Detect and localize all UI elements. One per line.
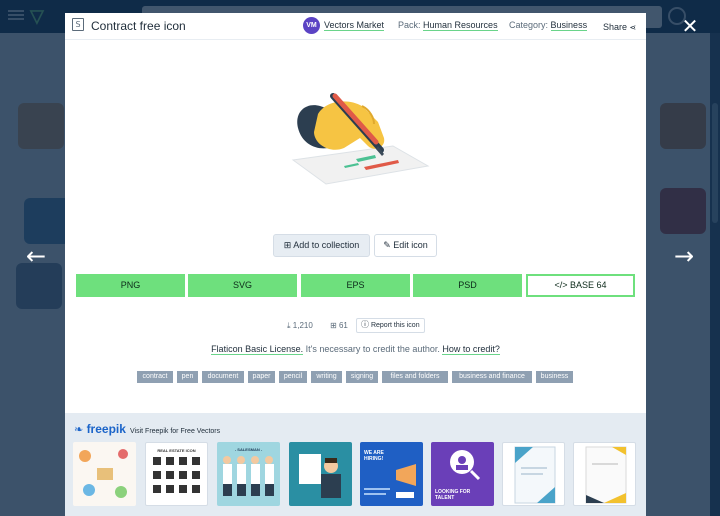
download-svg-button[interactable]: SVG xyxy=(188,274,297,297)
freepik-thumb[interactable]: WE ARE HIRING! xyxy=(360,442,423,506)
collection-count-icon: ⊞ xyxy=(330,321,337,330)
category-info: Category: Business xyxy=(509,20,588,31)
share-icon: ⋖ xyxy=(629,23,637,32)
tag[interactable]: files and folders xyxy=(382,371,448,383)
collections-value: 61 xyxy=(338,321,348,330)
download-formats: PNG SVG EPS PSD </> BASE 64 xyxy=(76,274,635,297)
freepik-visit-link[interactable]: Visit Freepik for Free Vectors xyxy=(130,428,220,435)
modal-header: S Contract free icon VM Vectors Market P… xyxy=(65,13,646,40)
add-to-collection-button[interactable]: ⊞ Add to collection xyxy=(273,234,370,257)
report-icon-button[interactable]: ⓘ Report this icon xyxy=(356,318,425,333)
collections-count: ⊞ 61 xyxy=(330,321,348,330)
license-name[interactable]: Flaticon Basic License. xyxy=(211,344,304,355)
page-title: Contract free icon xyxy=(91,19,186,33)
icon-detail-modal: S Contract free icon VM Vectors Market P… xyxy=(65,13,646,516)
tag[interactable]: business and finance xyxy=(452,371,532,383)
thumb-illustration xyxy=(514,446,556,504)
info-icon: ⓘ xyxy=(361,320,369,329)
thumb-illustration xyxy=(223,456,274,496)
how-to-credit-link[interactable]: How to credit? xyxy=(442,344,500,355)
downloads-value: 1,210 xyxy=(292,321,313,330)
download-eps-button[interactable]: EPS xyxy=(301,274,410,297)
pack-link[interactable]: Human Resources xyxy=(423,20,498,31)
thumb-illustration xyxy=(153,457,200,493)
report-label: Report this icon xyxy=(370,322,420,329)
file-type-icon: S xyxy=(72,18,84,31)
tag[interactable]: document xyxy=(202,371,244,383)
pack-label: Pack: xyxy=(398,20,421,30)
freepik-thumb[interactable]: - SALESMAN - xyxy=(217,442,280,506)
thumb-illustration xyxy=(79,449,128,498)
arrow-left-icon[interactable]: ← xyxy=(23,244,49,268)
freepik-thumb[interactable]: LOOKING FOR TALENT xyxy=(431,442,494,506)
thumb-illustration xyxy=(364,464,416,498)
thumb-illustration xyxy=(299,454,341,498)
contract-illustration xyxy=(291,93,430,185)
thumb-caption: WE ARE HIRING! xyxy=(364,450,384,462)
edit-icon-button[interactable]: ✎ Edit icon xyxy=(374,234,437,257)
pack-info: Pack: Human Resources xyxy=(398,20,498,31)
collection-icon: ⊞ xyxy=(283,241,292,251)
tag[interactable]: business xyxy=(536,371,573,383)
share-button[interactable]: Share ⋖ xyxy=(603,22,636,32)
thumb-illustration xyxy=(450,450,481,481)
pencil-icon: ✎ xyxy=(383,241,391,251)
tag[interactable]: pencil xyxy=(279,371,307,383)
freepik-logo-icon: ❧ xyxy=(74,423,84,436)
add-to-collection-label: Add to collection xyxy=(293,240,360,250)
author-link[interactable]: Vectors Market xyxy=(324,20,385,31)
tag[interactable]: paper xyxy=(248,371,275,383)
tag[interactable]: contract xyxy=(137,371,173,383)
download-icon: ⤓ xyxy=(287,321,291,330)
edit-icon-label: Edit icon xyxy=(393,240,428,250)
download-png-button[interactable]: PNG xyxy=(76,274,185,297)
tag[interactable]: writing xyxy=(311,371,342,383)
downloads-count: ⤓ 1,210 xyxy=(287,321,313,331)
close-icon[interactable]: ✕ xyxy=(680,16,700,36)
category-label: Category: xyxy=(509,20,549,30)
freepik-thumb[interactable] xyxy=(502,442,565,506)
freepik-thumb[interactable]: REAL ESTATE ICON xyxy=(145,442,208,506)
tag[interactable]: pen xyxy=(177,371,198,383)
freepik-logo[interactable]: ❧ freepik xyxy=(74,422,126,436)
tag[interactable]: signing xyxy=(346,371,378,383)
download-base64-button[interactable]: </> BASE 64 xyxy=(526,274,635,297)
freepik-promo: ❧ freepik Visit Freepik for Free Vectors… xyxy=(65,413,646,516)
arrow-right-icon[interactable]: → xyxy=(671,244,697,268)
freepik-thumb[interactable] xyxy=(573,442,636,506)
freepik-thumb[interactable] xyxy=(289,442,352,506)
license-text: It's necessary to credit the author. xyxy=(303,344,443,354)
license-info: Flaticon Basic License. It's necessary t… xyxy=(65,344,646,355)
icon-stats: ⤓ 1,210 ⊞ 61 ⓘ Report this icon xyxy=(65,318,646,334)
download-psd-button[interactable]: PSD xyxy=(413,274,522,297)
category-link[interactable]: Business xyxy=(550,20,588,31)
author-avatar[interactable]: VM xyxy=(303,17,320,34)
freepik-thumb[interactable] xyxy=(73,442,136,506)
thumb-caption: LOOKING FOR TALENT xyxy=(435,489,471,501)
freepik-brand: freepik xyxy=(86,422,126,436)
thumb-illustration xyxy=(585,446,627,504)
share-label: Share xyxy=(603,22,628,32)
